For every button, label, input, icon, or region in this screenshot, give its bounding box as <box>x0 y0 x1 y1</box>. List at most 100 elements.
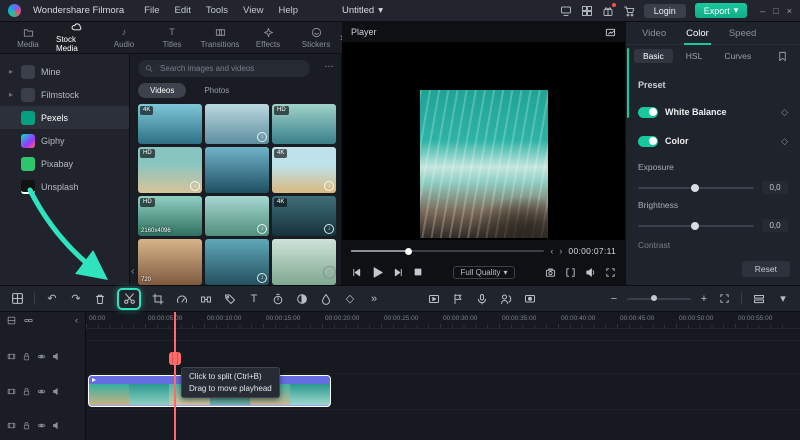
mask-icon[interactable] <box>295 292 309 306</box>
snap-icon[interactable] <box>10 292 24 306</box>
sidebar-item-unsplash[interactable]: Unsplash <box>0 175 129 198</box>
export-button[interactable]: Export ▾ <box>694 3 748 18</box>
mute-track-icon[interactable] <box>52 421 61 430</box>
tab-titles[interactable]: T Titles <box>148 27 196 49</box>
player-detach-icon[interactable] <box>605 27 616 38</box>
stock-video-thumbnail[interactable]: HD <box>272 104 336 144</box>
expand-chevron-icon[interactable]: ▸ <box>9 67 15 76</box>
video-preview[interactable] <box>419 90 548 238</box>
exposure-slider-handle[interactable] <box>691 183 700 192</box>
link-clips-icon[interactable] <box>24 316 33 325</box>
info-icon[interactable]: i <box>323 266 336 279</box>
gift-icon[interactable] <box>602 2 616 17</box>
keyframe-icon[interactable]: ◇ <box>343 292 357 306</box>
fit-timeline-icon[interactable] <box>717 292 731 306</box>
chroma-key-icon[interactable] <box>319 292 333 306</box>
zoom-in-icon[interactable]: + <box>697 292 711 306</box>
tab-media[interactable]: Media <box>4 27 52 49</box>
search-input[interactable] <box>158 63 303 74</box>
project-title[interactable]: Untitled <box>342 5 374 16</box>
stop-button[interactable] <box>413 267 423 277</box>
marker-flag-icon[interactable] <box>451 292 465 306</box>
menu-help[interactable]: Help <box>278 5 298 16</box>
keyframe-icon[interactable]: ◇ <box>781 136 788 147</box>
tab-effects[interactable]: Effects <box>244 27 292 49</box>
login-button[interactable]: Login <box>643 3 686 18</box>
stock-video-thumbnail[interactable]: 4K ↓ <box>272 196 336 236</box>
stock-video-thumbnail[interactable] <box>205 147 269 193</box>
sidebar-item-giphy[interactable]: Giphy <box>0 129 129 152</box>
timer-icon[interactable] <box>271 292 285 306</box>
download-icon[interactable]: ↓ <box>324 224 334 234</box>
playhead-line[interactable] <box>174 312 176 440</box>
download-icon[interactable]: ↓ <box>257 132 267 142</box>
tab-stock-media[interactable]: Stock Media <box>52 22 100 53</box>
keyframe-icon[interactable]: ◇ <box>781 107 788 118</box>
color-toggle[interactable] <box>638 135 658 147</box>
stock-video-thumbnail[interactable]: 4K <box>138 104 202 144</box>
download-icon[interactable]: ↓ <box>324 181 334 191</box>
tab-color[interactable]: Color <box>684 28 711 45</box>
stock-video-thumbnail[interactable]: HD 2160x4096 <box>138 196 202 236</box>
screen-record-icon[interactable] <box>523 292 537 306</box>
play-button[interactable] <box>371 266 384 279</box>
tab-video[interactable]: Video <box>642 28 666 39</box>
tab-transitions[interactable]: Transitions <box>196 27 244 49</box>
tab-stickers[interactable]: Stickers <box>292 27 340 49</box>
timeline-ruler[interactable]: 00:00 00:00:05:00 00:00:10:00 00:00:15:0… <box>86 312 800 329</box>
seek-bar[interactable] <box>351 247 545 255</box>
track-manager-icon[interactable] <box>752 292 766 306</box>
stock-video-thumbnail[interactable]: ↓ <box>205 104 269 144</box>
download-icon[interactable]: ↓ <box>190 181 200 191</box>
brightness-slider-handle[interactable] <box>691 221 700 230</box>
delete-icon[interactable] <box>93 292 107 306</box>
sidebar-item-pexels[interactable]: Pexels <box>0 106 129 129</box>
seek-handle[interactable] <box>405 247 413 255</box>
stock-video-thumbnail[interactable]: HD ↓ <box>138 147 202 193</box>
next-frame-button[interactable] <box>393 267 404 278</box>
crop-icon[interactable] <box>151 292 165 306</box>
store-cart-icon[interactable] <box>623 5 635 17</box>
download-icon[interactable]: ↓ <box>257 273 267 283</box>
lock-track-icon[interactable] <box>22 352 31 361</box>
exposure-value[interactable]: 0,0 <box>762 181 788 194</box>
hide-track-icon[interactable] <box>37 421 46 430</box>
brightness-slider[interactable] <box>638 221 754 230</box>
menu-view[interactable]: View <box>243 5 263 16</box>
fullscreen-icon[interactable] <box>605 267 616 278</box>
sidebar-item-pixabay[interactable]: Pixabay <box>0 152 129 175</box>
toolbar-caret-icon[interactable]: ▾ <box>776 292 790 306</box>
mic-icon[interactable] <box>475 292 489 306</box>
media-manager-icon[interactable] <box>7 316 16 325</box>
stock-video-thumbnail[interactable]: 4K ↓ <box>272 147 336 193</box>
brightness-value[interactable]: 0,0 <box>762 219 788 232</box>
volume-icon[interactable] <box>585 267 596 278</box>
render-preview-icon[interactable] <box>427 292 441 306</box>
stock-video-thumbnail[interactable]: ↓ <box>205 239 269 285</box>
search-bar[interactable] <box>138 60 310 77</box>
project-title-caret-icon[interactable]: ▾ <box>378 5 383 16</box>
minimize-button[interactable]: – <box>760 6 765 16</box>
speed-icon[interactable] <box>175 292 189 306</box>
menu-file[interactable]: File <box>144 5 159 16</box>
mute-track-icon[interactable] <box>52 352 61 361</box>
close-button[interactable]: × <box>787 6 792 16</box>
tab-videos[interactable]: Videos <box>138 83 187 98</box>
save-preset-icon[interactable] <box>777 51 792 62</box>
redo-icon[interactable]: ↷ <box>69 292 83 306</box>
display-cast-icon[interactable] <box>560 5 572 17</box>
quality-selector[interactable]: Full Quality ▾ <box>453 265 515 279</box>
panel-collapse-icon[interactable]: ‹ <box>131 266 134 277</box>
sidebar-item-filmstock[interactable]: ▸ Filmstock <box>0 83 129 106</box>
previous-frame-button[interactable] <box>351 267 362 278</box>
tab-speed[interactable]: Speed <box>729 28 756 39</box>
stock-video-thumbnail[interactable]: 720 <box>138 239 202 285</box>
split-scissors-icon[interactable] <box>122 292 136 306</box>
tab-photos[interactable]: Photos <box>192 83 241 98</box>
stock-more-icon[interactable]: … <box>324 59 335 70</box>
zoom-slider-handle[interactable] <box>651 295 658 301</box>
zoom-out-icon[interactable]: − <box>607 292 621 306</box>
snapshot-icon[interactable] <box>545 267 556 278</box>
zoom-slider[interactable] <box>627 295 691 301</box>
reset-button[interactable]: Reset <box>741 261 790 277</box>
